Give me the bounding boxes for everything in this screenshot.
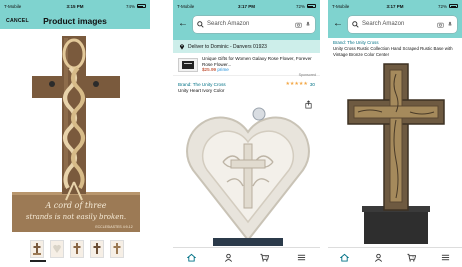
- microphone-icon[interactable]: [447, 21, 453, 28]
- heart-cross-vertical: [243, 143, 253, 209]
- amazon-header: T-Mobile 3:17 PM 72% ← Search Amazon: [173, 0, 320, 40]
- product-images-header: CANCEL Product images: [0, 12, 150, 29]
- account-icon[interactable]: [224, 253, 233, 262]
- status-time: 3:15 PM: [66, 3, 84, 9]
- search-icon: [197, 20, 204, 28]
- cart-count: 0: [266, 255, 268, 259]
- cross-thumb-icon: [33, 243, 41, 255]
- cross-thumb-icon: [113, 243, 121, 254]
- cross-thumb-icon: [93, 243, 101, 254]
- camera-icon[interactable]: [437, 21, 444, 28]
- product-image-cord-cross[interactable]: A cord of three strands is not easily br…: [10, 32, 142, 232]
- status-time: 3:17 PM: [237, 3, 255, 9]
- product-title: Unity Heart Ivory Color: [178, 88, 225, 93]
- selected-thumbnail-indicator: [30, 260, 46, 262]
- battery-percent: 74%: [125, 3, 135, 9]
- amazon-product-screen-heart: T-Mobile 3:17 PM 72% ← Search Amazon Del…: [173, 0, 320, 267]
- thumbnail-3[interactable]: [70, 240, 84, 258]
- sponsored-product-image: [178, 57, 198, 72]
- product-images-screen: T-Mobile 3:15 PM 74% CANCEL Product imag…: [0, 0, 150, 267]
- brand-link[interactable]: Brand: The Unity Cross: [333, 40, 457, 45]
- product-box-icon: [182, 60, 194, 69]
- brand-link[interactable]: Brand: The Unity Cross: [178, 82, 285, 87]
- back-arrow-icon[interactable]: ←: [333, 19, 343, 29]
- thumbnail-4[interactable]: [90, 240, 104, 258]
- microphone-icon[interactable]: [305, 21, 311, 28]
- battery-icon: [449, 4, 458, 9]
- bottom-navigation: 0: [328, 247, 462, 267]
- battery-percent: 72%: [437, 3, 447, 9]
- deliver-to-text: Deliver to Dominic - Danvers 01923: [188, 43, 267, 50]
- share-icon[interactable]: [304, 100, 313, 109]
- cart-count: 0: [413, 255, 415, 259]
- heart-thumb-icon: [53, 244, 61, 253]
- carrier-label: T-Mobile: [332, 3, 350, 9]
- thumbnail-1[interactable]: [30, 240, 44, 258]
- battery-indicator: 74%: [99, 4, 146, 9]
- gem-ornament: [252, 107, 266, 121]
- battery-indicator: 72%: [270, 4, 316, 9]
- menu-icon[interactable]: [441, 253, 450, 262]
- sponsored-product-title: Unique Gifts for Women Galaxy Rose Flowe…: [202, 56, 312, 67]
- cross-thumb-icon: [73, 243, 81, 254]
- engraving-line2: strands is not easily broken.: [26, 213, 126, 221]
- battery-icon: [306, 4, 316, 9]
- location-pin-icon: [179, 44, 185, 50]
- thumbnail-2[interactable]: [50, 240, 64, 258]
- engraving-line1: A cord of three: [44, 201, 106, 210]
- rating-stars[interactable]: ★★★★★: [285, 81, 307, 87]
- amazon-header: T-Mobile 3:17 PM 72% ← Search Amazon: [328, 0, 462, 38]
- engraving-verse: ECCLESIASTES 4:9-12: [95, 225, 132, 229]
- amazon-product-screen-cross: T-Mobile 3:17 PM 72% ← Search Amazon Bra…: [328, 0, 462, 267]
- bottom-navigation: 0: [173, 247, 320, 267]
- brand-row: Brand: The Unity Cross ★★★★★ 30: [178, 81, 315, 87]
- thumbnail-5[interactable]: [110, 240, 124, 258]
- status-bar: T-Mobile 3:15 PM 74%: [0, 0, 150, 12]
- sponsored-label: Sponsored: [298, 73, 316, 77]
- prime-badge: prime: [217, 67, 229, 73]
- product-title: Unity Cross Rustic Collection Hand Scrap…: [333, 46, 453, 57]
- camera-icon[interactable]: [295, 21, 302, 28]
- status-bar: T-Mobile 3:17 PM 72%: [328, 0, 462, 12]
- battery-indicator: 72%: [416, 4, 458, 9]
- account-icon[interactable]: [374, 253, 383, 262]
- cross-base: [364, 210, 428, 244]
- search-input[interactable]: Search Amazon: [193, 15, 315, 33]
- sponsored-product-price: $25.99: [202, 67, 217, 73]
- thumbnail-strip: [30, 240, 124, 258]
- cart-icon[interactable]: 0: [407, 253, 417, 262]
- search-icon: [352, 20, 359, 28]
- search-placeholder: Search Amazon: [207, 21, 250, 27]
- cart-icon[interactable]: 0: [260, 253, 270, 262]
- carrier-label: T-Mobile: [177, 3, 195, 9]
- sponsored-product-info: Unique Gifts for Women Galaxy Rose Flowe…: [202, 56, 315, 73]
- menu-icon[interactable]: [297, 253, 306, 262]
- back-arrow-icon[interactable]: ←: [178, 19, 188, 29]
- search-row: ← Search Amazon: [328, 13, 462, 35]
- search-row: ← Search Amazon: [173, 13, 320, 35]
- deliver-to-bar[interactable]: Deliver to Dominic - Danvers 01923: [173, 40, 320, 53]
- product-image-unity-heart[interactable]: [183, 100, 313, 248]
- bronze-center-vertical: [389, 69, 403, 203]
- review-count[interactable]: 30: [310, 82, 315, 87]
- battery-percent: 72%: [295, 3, 305, 9]
- home-icon[interactable]: [186, 253, 196, 262]
- cancel-button[interactable]: CANCEL: [6, 18, 29, 24]
- battery-icon: [136, 4, 146, 9]
- search-placeholder: Search Amazon: [362, 21, 405, 27]
- product-image-rustic-cross[interactable]: [342, 60, 450, 246]
- home-icon[interactable]: [340, 253, 350, 262]
- search-input[interactable]: Search Amazon: [348, 15, 457, 33]
- status-bar: T-Mobile 3:17 PM 72%: [173, 0, 320, 12]
- status-time: 3:17 PM: [386, 3, 404, 9]
- heart-cross-horizontal: [230, 159, 266, 169]
- carrier-label: T-Mobile: [4, 3, 22, 9]
